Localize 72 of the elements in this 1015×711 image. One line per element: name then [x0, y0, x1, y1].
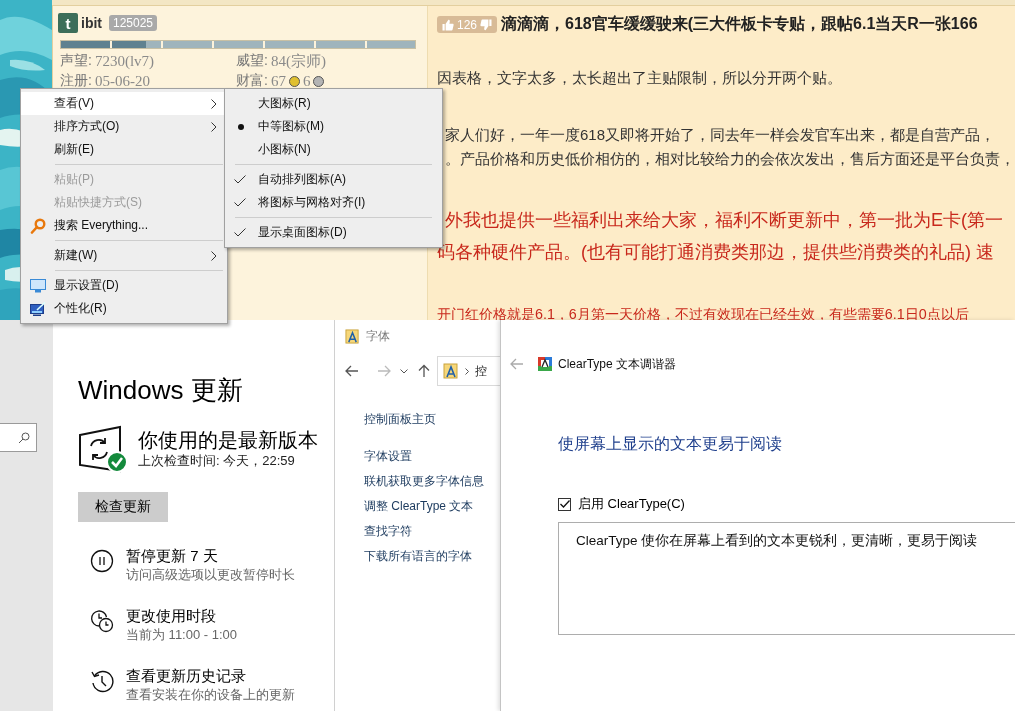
post-text-line: 因表格，文字太多，太长超出了主贴限制，所以分开两个贴。 — [437, 68, 843, 88]
menu-item[interactable]: 显示桌面图标(D) — [225, 221, 442, 244]
monitor-icon — [30, 278, 46, 293]
chevron-right-icon — [465, 367, 469, 375]
user-name[interactable]: ibit — [81, 15, 102, 31]
up-arrow-icon[interactable] — [418, 364, 430, 378]
back-arrow-icon[interactable] — [345, 365, 359, 377]
post-title: 滴滴滴，618官车缓缓驶来(三大件板卡专贴，跟帖6.1当天R一张166 — [501, 14, 978, 34]
stat-value: 6 — [302, 72, 311, 90]
menu-item[interactable]: 小图标(N) — [225, 138, 442, 161]
sidebar-link[interactable]: 联机获取更多字体信息 — [364, 469, 484, 494]
stat-value: 67 — [270, 72, 286, 90]
window-title: ClearType 文本调谐器 — [558, 355, 677, 373]
stat-value: 05-06-20 — [94, 72, 150, 90]
stat-value: 84(宗师) — [270, 51, 326, 71]
sidebar-link[interactable]: 字体设置 — [364, 444, 412, 469]
menu-item[interactable]: 查看(V) — [21, 92, 227, 115]
forward-arrow-icon[interactable] — [377, 365, 391, 377]
status-text: 你使用的是最新版本 — [138, 428, 318, 452]
menu-item[interactable]: 将图标与网格对齐(I) — [225, 191, 442, 214]
window-title: 字体 — [366, 327, 390, 345]
search-icon — [18, 431, 30, 444]
avatar: t — [58, 13, 78, 33]
stat-label: 威望: — [236, 52, 268, 70]
chevron-down-icon[interactable] — [400, 368, 408, 374]
page-title: Windows 更新 — [78, 374, 244, 407]
description-text: ClearType 使你在屏幕上看到的文本更锐利，更清晰，更易于阅读 — [558, 522, 1015, 635]
menu-item[interactable]: 刷新(E) — [21, 138, 227, 161]
sidebar-link[interactable]: 控制面板主页 — [364, 407, 436, 432]
option-description: 当前为 11:00 - 1:00 — [126, 626, 238, 644]
stat-label: 注册: — [60, 72, 92, 90]
font-folder-icon — [443, 363, 459, 379]
stat-label: 财富: — [236, 72, 268, 90]
thumbs-up-icon[interactable] — [442, 18, 454, 31]
option-description: 访问高级选项以更改暂停时长 — [126, 566, 295, 584]
menu-item[interactable]: 新建(W) — [21, 244, 227, 267]
menu-item[interactable]: 个性化(R) — [21, 297, 227, 320]
stat-label: 声望: — [60, 52, 92, 70]
menu-item[interactable]: 大图标(R) — [225, 92, 442, 115]
post-text-line: 外我也提供一些福利出来给大家，福利不断更新中，第一批为E卡(第一 — [444, 209, 1004, 232]
page-heading: 使屏幕上显示的文本更易于阅读 — [558, 434, 783, 454]
sidebar-link[interactable]: 查找字符 — [364, 519, 412, 544]
sidebar-link[interactable]: 调整 ClearType 文本 — [364, 494, 474, 519]
monitor-brush-icon — [30, 301, 46, 316]
address-text: 控 — [475, 362, 487, 380]
post-text-line: 。产品价格和历史低价相仿的，相对比较给力的会依次发出，售后方面还是平台负责， — [444, 149, 1015, 169]
history-icon — [90, 669, 114, 693]
option-link[interactable]: 更改使用时段 — [126, 606, 238, 626]
menu-item[interactable]: 搜索 Everything... — [21, 214, 227, 237]
post-text-line: 家人们好，一年一度618又即将开始了，同去年一样会发官车出来，都是自营产品， — [444, 125, 997, 145]
clock-icon — [90, 609, 114, 633]
menu-item[interactable]: 自动排列图标(A) — [225, 168, 442, 191]
option-description: 查看安装在你的设备上的更新 — [126, 686, 295, 704]
color-square-icon — [538, 357, 552, 371]
address-bar[interactable]: 控 — [437, 356, 500, 386]
option-link[interactable]: 查看更新历史记录 — [126, 666, 295, 686]
menu-item[interactable]: 中等图标(M) — [225, 115, 442, 138]
vote-count: 126 — [457, 17, 478, 32]
checkbox-label: 启用 ClearType(C) — [578, 495, 685, 513]
pause-icon — [90, 549, 114, 573]
user-id-badge: 125025 — [109, 15, 158, 31]
thumbs-down-icon[interactable] — [480, 18, 493, 31]
menu-item[interactable]: 显示设置(D) — [21, 274, 227, 297]
last-checked-text: 上次检查时间: 今天，22:59 — [138, 452, 296, 470]
menu-item[interactable]: 排序方式(O) — [21, 115, 227, 138]
stat-value: 7230(lv7) — [94, 52, 155, 70]
search-icon — [30, 217, 46, 234]
checkbox[interactable] — [558, 497, 571, 511]
option-link[interactable]: 暂停更新 7 天 — [126, 546, 295, 566]
sidebar-link[interactable]: 下载所有语言的字体 — [364, 544, 472, 569]
font-folder-icon — [345, 328, 360, 344]
check-updates-button[interactable]: 检查更新 — [78, 492, 168, 522]
